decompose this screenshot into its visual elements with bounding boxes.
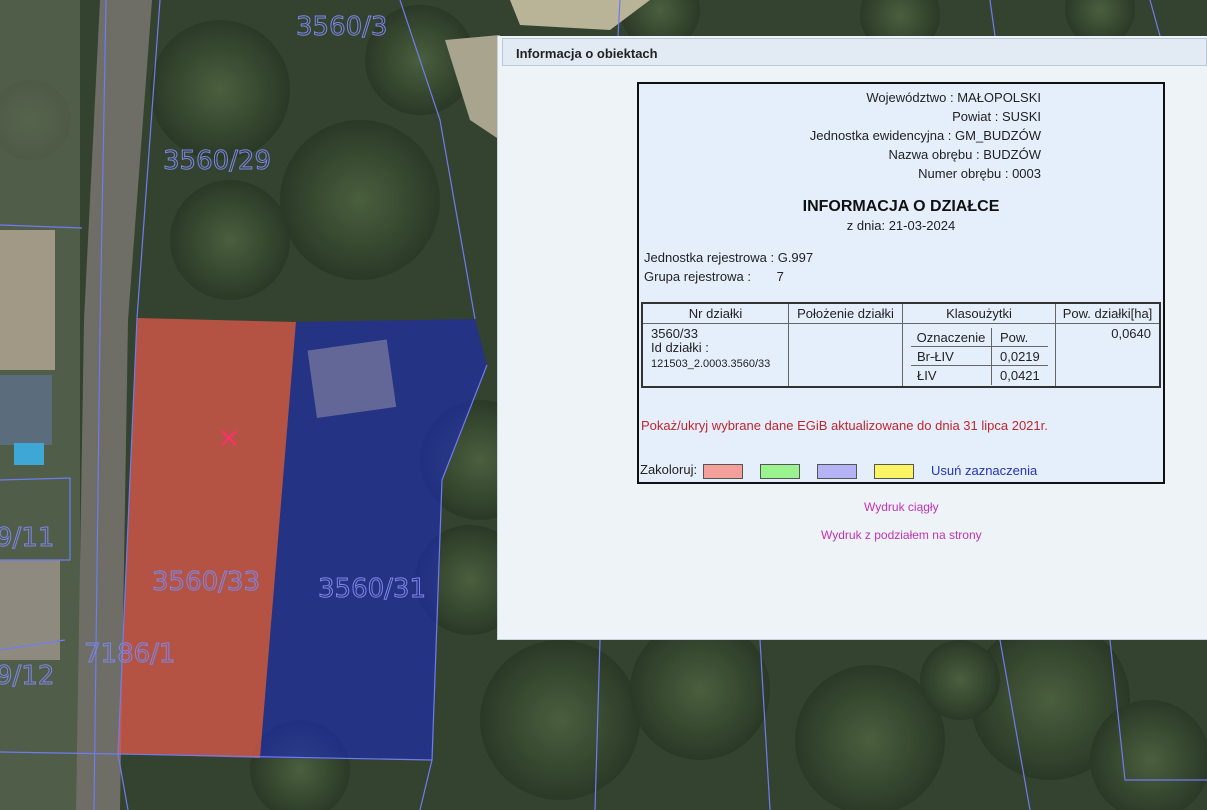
swatch-red[interactable] [703, 464, 743, 479]
parcel-label-9-12: 9/12 [0, 661, 54, 691]
meta-label: Nazwa obrębu : [888, 147, 980, 162]
panel-header[interactable]: Informacja o obiektach [502, 38, 1207, 66]
meta-row-county: Powiat : SUSKI [639, 109, 1041, 124]
print-continuous-link[interactable]: Wydruk ciągły [864, 500, 939, 514]
table-cell-area: 0,0640 [1111, 326, 1151, 341]
registry-label: Jednostka rejestrowa : [644, 250, 775, 265]
parcel-label-3560-3: 3560/3 [296, 12, 387, 42]
table-header-area: Pow. działki[ha] [1056, 304, 1159, 324]
land-use-code: ŁIV [911, 366, 992, 385]
table-header-location: Położenie działki [789, 304, 903, 324]
swatch-yellow[interactable] [874, 464, 914, 479]
parcel-id: 121503_2.0003.3560/33 [651, 358, 771, 370]
building-on-parcel [307, 339, 397, 418]
meta-value: 0003 [1012, 166, 1041, 181]
meta-value: BUDZÓW [983, 147, 1041, 162]
meta-value: GM_BUDZÓW [955, 128, 1041, 143]
registry-value: 7 [776, 269, 784, 284]
table-cell-location [789, 324, 903, 386]
pool [14, 443, 44, 465]
meta-value: MAŁOPOLSKI [957, 90, 1041, 105]
parcel-id-label: Id działki : [651, 340, 709, 355]
egib-toggle-link[interactable]: Pokaż/ukryj wybrane dane EGiB aktualizow… [641, 418, 1048, 433]
clear-selection-link[interactable]: Usuń zaznaczenia [931, 463, 1037, 478]
parcel-info-box: Województwo : MAŁOPOLSKI Powiat : SUSKI … [637, 82, 1165, 484]
land-use-code: Br-ŁIV [911, 347, 992, 366]
document-title: INFORMACJA O DZIAŁCE [802, 198, 1000, 215]
swatch-blue[interactable] [817, 464, 857, 479]
registry-value: G.997 [777, 250, 814, 265]
parcel-label-3560-29: 3560/29 [163, 146, 271, 176]
registry-group: Grupa rejestrowa : 7 [644, 269, 784, 284]
parcel-label-3560-33: 3560/33 [152, 567, 260, 597]
parcel-label-7186-1: 7186/1 [84, 639, 175, 669]
meta-label: Numer obrębu : [918, 166, 1009, 181]
table-cell-parcel: 3560/33 Id działki : 121503_2.0003.3560/… [643, 324, 789, 386]
registry-unit: Jednostka rejestrowa : G.997 [644, 250, 813, 265]
parcel-label-9-11: 9/11 [0, 523, 54, 553]
table-header-land-use: Klasoużytki [903, 304, 1056, 324]
parcel-label-3560-31: 3560/31 [318, 574, 426, 604]
table-header-parcel-number: Nr działki [643, 304, 789, 324]
colorize-label: Zakoloruj: [640, 462, 698, 477]
parcel-table: Nr działki Położenie działki Klasoużytki… [641, 302, 1161, 388]
object-info-panel: Informacja o obiektach Województwo : MAŁ… [497, 36, 1207, 640]
print-pages-link[interactable]: Wydruk z podziałem na strony [821, 528, 982, 542]
meta-row-precinct-number: Numer obrębu : 0003 [639, 166, 1041, 181]
colorize-row: Zakoloruj: Usuń zaznaczenia [640, 462, 1037, 479]
swatch-green[interactable] [760, 464, 800, 479]
land-use-area: 0,0219 [992, 347, 1048, 366]
parcel-number: 3560/33 [651, 326, 698, 341]
document-date: z dnia: 21-03-2024 [846, 218, 956, 233]
registry-label: Grupa rejestrowa : [644, 269, 751, 284]
meta-row-precinct-name: Nazwa obrębu : BUDZÓW [639, 147, 1041, 162]
land-use-area: 0,0421 [1000, 368, 1040, 383]
meta-label: Jednostka ewidencyjna : [809, 128, 952, 143]
land-use-header-code: Oznaczenie [911, 328, 992, 347]
building-roof [0, 230, 55, 370]
meta-label: Powiat : [952, 109, 999, 124]
meta-row-voivodeship: Województwo : MAŁOPOLSKI [639, 90, 1041, 105]
solar-panels [0, 375, 52, 445]
table-cell-land-use: Oznaczenie Pow. Br-ŁIV 0,0219 ŁIV 0,0421 [903, 324, 1056, 386]
meta-row-unit: Jednostka ewidencyjna : GM_BUDZÓW [639, 128, 1041, 143]
meta-value: SUSKI [1001, 109, 1041, 124]
panel-title: Informacja o obiektach [516, 46, 658, 61]
land-use-header-area: Pow. [992, 328, 1048, 347]
meta-label: Województwo : [866, 90, 954, 105]
